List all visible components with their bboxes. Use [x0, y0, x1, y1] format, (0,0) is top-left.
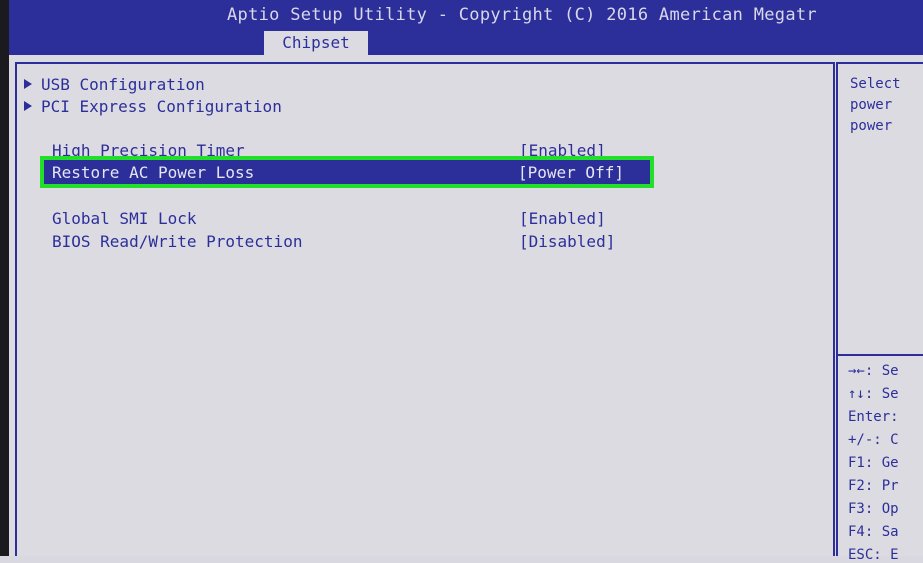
setting-restore-ac-power-loss-label[interactable]: Restore AC Power Loss [52, 163, 254, 182]
monitor-bezel [0, 0, 9, 556]
setting-bios-read-write-protection-label[interactable]: BIOS Read/Write Protection [52, 232, 302, 251]
help-text-line: power [850, 118, 893, 134]
key-hint-change: +/-: C [848, 432, 899, 448]
help-text-line: Select [850, 76, 901, 92]
setting-global-smi-lock-value[interactable]: [Enabled] [519, 209, 606, 228]
key-hint-select-item: ↑↓: Se [848, 386, 899, 402]
help-text-line: power [850, 97, 893, 113]
settings-panel [15, 62, 835, 556]
submenu-label: PCI Express Configuration [41, 97, 282, 116]
key-hint-select-screen: →←: Se [848, 363, 899, 379]
setting-bios-read-write-protection-value[interactable]: [Disabled] [519, 232, 615, 251]
submenu-usb-configuration[interactable]: USB Configuration [24, 75, 205, 94]
key-hint-esc: ESC: E [848, 547, 899, 563]
header-bar: Aptio Setup Utility - Copyright (C) 2016… [9, 0, 923, 55]
bios-screen: Aptio Setup Utility - Copyright (C) 2016… [0, 0, 923, 563]
submenu-label: USB Configuration [41, 75, 205, 94]
submenu-arrow-icon [24, 79, 32, 89]
tab-chipset[interactable]: Chipset [264, 31, 368, 55]
help-divider [838, 354, 923, 356]
setting-restore-ac-power-loss-row[interactable]: Restore AC Power Loss [Power Off] [40, 156, 654, 188]
setting-restore-ac-power-loss-value[interactable]: [Power Off] [518, 163, 624, 182]
key-hint-f3: F3: Op [848, 501, 899, 517]
setting-global-smi-lock-label[interactable]: Global SMI Lock [52, 209, 197, 228]
key-hint-f4: F4: Sa [848, 524, 899, 540]
key-hint-f2: F2: Pr [848, 478, 899, 494]
submenu-pci-express-configuration[interactable]: PCI Express Configuration [24, 97, 282, 116]
key-hint-enter: Enter: [848, 409, 899, 425]
submenu-arrow-icon [24, 101, 32, 111]
header-title: Aptio Setup Utility - Copyright (C) 2016… [227, 5, 817, 25]
help-panel: Select power power →←: Se ↑↓: Se Enter: … [836, 62, 923, 563]
key-hint-f1: F1: Ge [848, 455, 899, 471]
